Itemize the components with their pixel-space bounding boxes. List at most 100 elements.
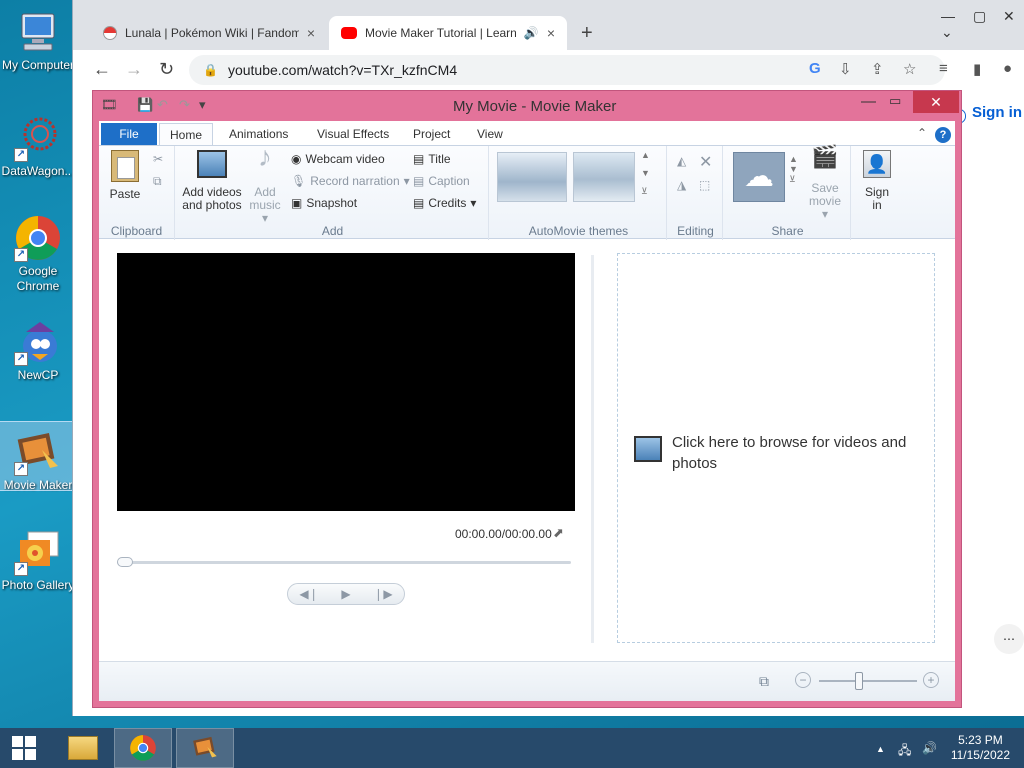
fullscreen-preview-icon[interactable]: ⬈ (553, 525, 564, 541)
taskbar-movie-maker[interactable] (176, 728, 234, 768)
remove-icon[interactable]: ✕ (699, 152, 712, 172)
movie-maker-app-icon[interactable]: 🎞 (101, 97, 118, 113)
taskbar-file-explorer[interactable] (54, 728, 112, 768)
minimize-icon[interactable]: — (861, 93, 876, 110)
storyboard-pane[interactable]: Click here to browse for videos and phot… (617, 253, 935, 643)
zoom-in-icon[interactable]: + (923, 672, 939, 688)
webcam-video-button[interactable]: ◉ Webcam video (291, 152, 385, 166)
reading-list-icon[interactable]: ≡ (939, 60, 948, 77)
zoom-slider-track[interactable] (819, 680, 917, 682)
tab-visual-effects[interactable]: Visual Effects (307, 123, 399, 145)
side-panel-icon[interactable]: ▮ (973, 60, 981, 78)
previous-frame-icon[interactable]: ◀❘ (299, 587, 318, 601)
system-clock[interactable]: 5:23 PM 11/15/2022 (951, 733, 1010, 763)
tab-close-button[interactable]: × (307, 25, 315, 41)
title-icon: ▤ (413, 152, 425, 166)
new-tab-button[interactable]: + (581, 22, 593, 45)
gallery-scroll-down-icon[interactable]: ▼ (641, 168, 650, 178)
cut-icon[interactable]: ✂ (153, 152, 163, 166)
zoom-out-icon[interactable]: − (795, 672, 811, 688)
start-button[interactable] (0, 728, 48, 768)
gallery-more-icon[interactable]: ⊻ (641, 186, 648, 197)
reload-icon[interactable]: ↻ (159, 59, 174, 80)
sign-in-button[interactable]: 👤 Sign in (859, 150, 895, 212)
save-icon[interactable]: 💾 (137, 97, 153, 113)
tab-file[interactable]: File (101, 123, 157, 145)
add-music-button[interactable]: ♪ Add music ▾ (247, 143, 283, 225)
desktop-icon-datawagon[interactable]: ↗ DataWagon... (0, 114, 76, 179)
share-icon[interactable]: ⇪ (871, 60, 884, 78)
tab-view[interactable]: View (467, 123, 513, 145)
collapse-ribbon-icon[interactable]: ⌃ (917, 126, 927, 140)
close-icon[interactable]: ✕ (913, 91, 959, 113)
next-frame-icon[interactable]: ❘▶ (373, 587, 392, 601)
computer-icon (14, 8, 62, 56)
close-icon[interactable]: ✕ (1003, 8, 1015, 25)
play-icon[interactable]: ▶ (341, 587, 350, 601)
tab-lunala[interactable]: Lunala | Pokémon Wiki | Fandom × (91, 16, 327, 50)
url-text: youtube.com/watch?v=TXr_kzfnCM4 (227, 62, 458, 78)
desktop-icon-google-chrome[interactable]: ↗ Google Chrome (0, 214, 76, 294)
tab-close-button[interactable]: × (547, 25, 555, 41)
theme-thumbnail-1[interactable] (497, 152, 567, 202)
copy-icon[interactable]: ⧉ (153, 174, 162, 189)
cloud-share-icon[interactable]: ☁ (733, 152, 785, 202)
network-icon[interactable]: 🖧 (898, 741, 911, 762)
desktop-icon-movie-maker[interactable]: ↗ Movie Maker (0, 421, 77, 492)
select-all-icon[interactable]: ⬚ (699, 178, 710, 192)
help-icon[interactable]: ? (935, 127, 951, 143)
back-icon[interactable]: ← (93, 59, 111, 80)
status-bar: ⧉ − + (99, 661, 955, 701)
address-bar[interactable]: 🔒 youtube.com/watch?v=TXr_kzfnCM4 (189, 55, 945, 85)
window-title: My Movie - Movie Maker (453, 98, 617, 115)
show-hidden-icons[interactable]: ▲ (876, 744, 885, 754)
tab-home[interactable]: Home (159, 123, 214, 145)
seek-thumb[interactable] (117, 557, 133, 567)
theme-thumbnail-2[interactable] (573, 152, 635, 202)
redo-icon[interactable]: ↷ (179, 97, 190, 113)
preview-monitor[interactable] (117, 253, 575, 511)
rotate-right-icon[interactable]: ◮ (677, 178, 686, 192)
speaker-icon[interactable]: 🔊 (524, 26, 539, 40)
folder-icon (68, 736, 98, 760)
zoom-slider-thumb[interactable] (855, 672, 863, 690)
thumbnail-size-icon[interactable]: ⧉ (759, 673, 769, 690)
desktop-icon-my-computer[interactable]: My Computer (0, 8, 76, 73)
volume-icon[interactable]: 🔊 (922, 741, 937, 755)
rotate-left-icon[interactable]: ◭ (677, 154, 686, 168)
maximize-icon[interactable]: ▢ (973, 8, 986, 25)
customize-toolbar-icon[interactable]: ▾ (199, 97, 206, 113)
seek-bar[interactable] (117, 561, 571, 564)
snapshot-button[interactable]: ▣ Snapshot (291, 196, 357, 210)
tab-search-icon[interactable]: ⌄ (941, 24, 953, 41)
tab-movie-maker-tutorial[interactable]: Movie Maker Tutorial | Learn 🔊 × (329, 16, 567, 50)
ribbon-group-editing: ◭ ✕ ◮ ⬚ Editing (669, 146, 723, 240)
google-icon[interactable]: G (809, 60, 821, 77)
gallery-scroll-up-icon[interactable]: ▲ (641, 150, 650, 160)
youtube-more-button[interactable]: ⋯ (994, 624, 1024, 654)
caption-button[interactable]: ▤ Caption (413, 174, 470, 188)
youtube-sign-in-button[interactable]: Sign in (972, 104, 1022, 121)
save-movie-button[interactable]: 🎬 Save movie ▾ (805, 146, 845, 221)
desktop-icon-newcp[interactable]: ↗ NewCP (0, 318, 76, 383)
undo-icon[interactable]: ↶ (157, 97, 168, 113)
minimize-icon[interactable]: — (941, 8, 955, 24)
bookmark-star-icon[interactable]: ☆ (903, 60, 916, 78)
desktop-icon-photo-gallery[interactable]: ↗ Photo Gallery (0, 528, 76, 593)
tab-project[interactable]: Project (403, 123, 460, 145)
maximize-icon[interactable]: ▭ (889, 93, 901, 109)
chrome-icon (130, 735, 156, 761)
taskbar-chrome[interactable] (114, 728, 172, 768)
record-narration-button[interactable]: 🎙 Record narration ▾ (291, 174, 410, 188)
movie-maker-titlebar[interactable]: 🎞 💾 ↶ ↷ ▾ My Movie - Movie Maker — ▭ ✕ (93, 91, 961, 121)
paste-button[interactable]: Paste (107, 150, 143, 201)
credits-button[interactable]: ▤ Credits ▾ (413, 196, 476, 210)
forward-icon[interactable]: → (125, 59, 143, 80)
browse-for-media-link[interactable]: Click here to browse for videos and phot… (634, 432, 924, 474)
profile-icon[interactable]: ● (1003, 60, 1012, 77)
add-videos-and-photos-button[interactable]: Add videos and photos (179, 150, 245, 212)
pane-splitter[interactable] (591, 255, 594, 643)
install-icon[interactable]: ⇩ (839, 60, 852, 78)
share-scroll-icon[interactable]: ▲ ▼ ⊻ (789, 154, 798, 185)
title-button[interactable]: ▤ Title (413, 152, 451, 166)
